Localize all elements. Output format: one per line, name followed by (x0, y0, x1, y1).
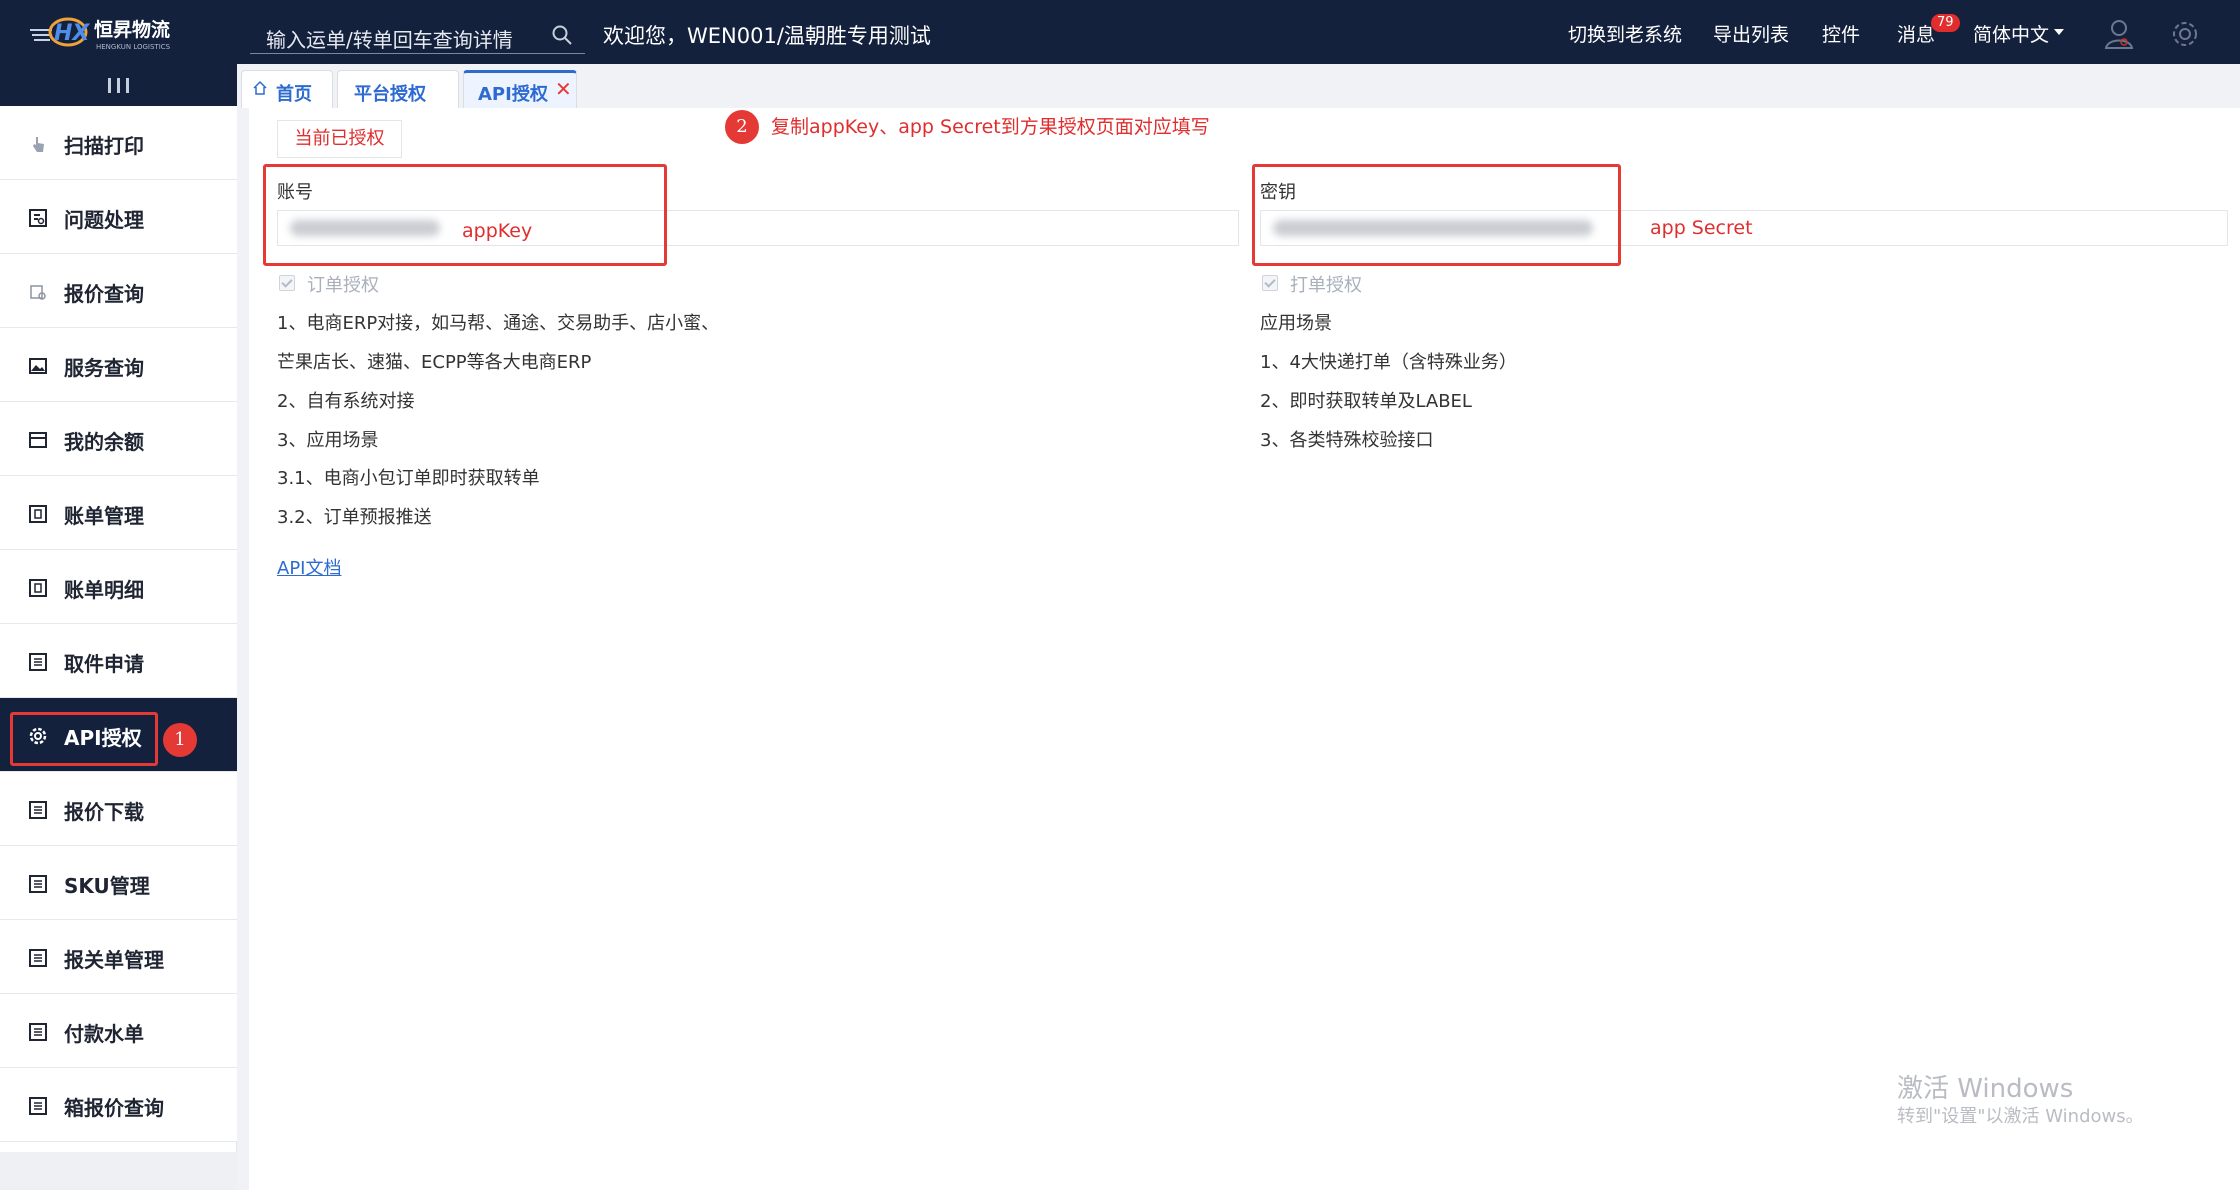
print-auth-line: 3、各类特殊校验接口 (1260, 430, 1434, 451)
order-auth-line: 2、自有系统对接 (277, 391, 415, 412)
order-auth-line: 3.1、电商小包订单即时获取转单 (277, 468, 540, 489)
tab-platform-auth[interactable]: 平台授权 (337, 70, 459, 108)
logo-mark: HX (54, 21, 90, 46)
order-auth-checkbox[interactable] (279, 275, 295, 291)
windows-activation-hint: 转到"设置"以激活 Windows。 (1897, 1106, 2144, 1127)
instruction-note: 复制appKey、app Secret到方果授权页面对应填写 (771, 116, 1210, 138)
price-search-icon (28, 282, 48, 302)
waybill-search[interactable]: 输入运单/转单回车查询详情 (250, 14, 585, 54)
sidebar-item-label: 服务查询 (64, 356, 144, 380)
list-icon (28, 948, 48, 968)
annotation-box-app-secret (1252, 164, 1621, 266)
close-icon[interactable]: ✕ (555, 77, 572, 101)
sidebar-item-label: 我的余额 (64, 430, 144, 454)
api-doc-link[interactable]: API文档 (277, 554, 341, 580)
tabs-bar: 首页 平台授权 API授权 ✕ (237, 64, 2240, 108)
print-auth-line: 应用场景 (1260, 313, 1332, 334)
wallet-icon (28, 430, 48, 450)
callout-number-1: 1 (163, 723, 197, 757)
sidebar-item-label: SKU管理 (64, 874, 150, 898)
annotation-box-api-auth (10, 712, 158, 766)
language-select[interactable]: 简体中文 (1973, 20, 2049, 47)
company-logo[interactable]: HX 恒昇物流 HENGKUN LOGISTICS (28, 10, 198, 54)
user-icon[interactable] (2104, 18, 2134, 50)
top-header: HX 恒昇物流 HENGKUN LOGISTICS 输入运单/转单回车查询详情 … (0, 0, 2240, 64)
list-icon (28, 1096, 48, 1116)
menu-bars-icon[interactable] (108, 78, 130, 93)
list-icon (28, 874, 48, 894)
logo-brand: 恒昇物流 (94, 18, 170, 41)
list-icon (28, 1022, 48, 1042)
messages-link[interactable]: 消息 (1897, 20, 1935, 47)
chevron-down-icon[interactable] (2054, 29, 2064, 35)
order-auth-label: 订单授权 (307, 275, 379, 296)
sidebar-item-pickup-request[interactable]: 取件申请 (0, 624, 237, 698)
app-secret-annotation: app Secret (1650, 217, 1753, 239)
hand-pointer-icon (28, 134, 48, 154)
sidebar-item-label: 问题处理 (64, 208, 144, 232)
sidebar-item-scan-print[interactable]: 扫描打印 (0, 106, 237, 180)
order-auth-line: 3、应用场景 (277, 430, 379, 451)
tab-label: 平台授权 (354, 84, 426, 105)
sidebar-item-payment-slip[interactable]: 付款水单 (0, 994, 237, 1068)
sidebar-item-bill-details[interactable]: 账单明细 (0, 550, 237, 624)
sidebar-item-label: 付款水单 (64, 1022, 144, 1046)
list-icon (28, 800, 48, 820)
message-count-badge: 79 (1931, 14, 1960, 32)
controls-link[interactable]: 控件 (1822, 20, 1860, 47)
export-list-link[interactable]: 导出列表 (1713, 20, 1789, 47)
search-input[interactable]: 输入运单/转单回车查询详情 (266, 24, 513, 53)
sidebar-item-issue-handling[interactable]: 问题处理 (0, 180, 237, 254)
sidebar-item-label: 账单管理 (64, 504, 144, 528)
print-auth-checkbox[interactable] (1262, 275, 1278, 291)
sidebar-item-price-download[interactable]: 报价下载 (0, 772, 237, 846)
switch-old-system-link[interactable]: 切换到老系统 (1568, 20, 1682, 47)
picture-icon (28, 356, 48, 376)
tab-api-auth[interactable]: API授权 ✕ (463, 70, 577, 108)
print-auth-line: 1、4大快递打单（含特殊业务） (1260, 352, 1517, 373)
tab-label: 首页 (276, 84, 312, 105)
sidebar-item-service-query[interactable]: 服务查询 (0, 328, 237, 402)
sidebar-item-bill-management[interactable]: 账单管理 (0, 476, 237, 550)
tab-label: API授权 (478, 84, 548, 105)
print-auth-label: 打单授权 (1290, 275, 1362, 296)
bill-detail-icon (28, 578, 48, 598)
sidebar-item-customs-declaration[interactable]: 报关单管理 (0, 920, 237, 994)
question-doc-icon (28, 208, 48, 228)
sidebar-footer (0, 1152, 237, 1190)
logo-subtitle: HENGKUN LOGISTICS (96, 43, 171, 51)
order-auth-line: 1、电商ERP对接，如马帮、通途、交易助手、店小蜜、 (277, 313, 720, 334)
settings-gear-icon[interactable] (2170, 19, 2200, 49)
api-auth-panel: 当前已授权 2 复制appKey、app Secret到方果授权页面对应填写 账… (249, 108, 2240, 1190)
sidebar-item-label: 箱报价查询 (64, 1096, 164, 1120)
sidebar-item-sku-management[interactable]: SKU管理 (0, 846, 237, 920)
order-auth-line: 3.2、订单预报推送 (277, 507, 432, 528)
sidebar-item-label: 报价下载 (64, 800, 144, 824)
sidebar-item-label: 报价查询 (64, 282, 144, 306)
auth-status-button[interactable]: 当前已授权 (277, 120, 402, 158)
sidebar-item-label: 取件申请 (64, 652, 144, 676)
callout-number-2: 2 (725, 110, 759, 144)
sidebar-collapse-toggle[interactable] (0, 64, 237, 106)
sidebar-item-box-price-query[interactable]: 箱报价查询 (0, 1068, 237, 1142)
sidebar-item-label: 报关单管理 (64, 948, 164, 972)
windows-activation-watermark: 激活 Windows (1897, 1074, 2074, 1104)
sidebar-item-my-balance[interactable]: 我的余额 (0, 402, 237, 476)
order-auth-line: 芒果店长、速猫、ECPP等各大电商ERP (277, 352, 592, 373)
bill-icon (28, 504, 48, 524)
list-icon (28, 652, 48, 672)
welcome-text: 欢迎您，WEN001/温朝胜专用测试 (603, 24, 931, 48)
sidebar-item-label: 扫描打印 (64, 134, 144, 158)
tab-home[interactable]: 首页 (241, 70, 333, 108)
search-icon[interactable] (551, 24, 573, 46)
sidebar-item-price-query[interactable]: 报价查询 (0, 254, 237, 328)
home-icon (252, 80, 268, 101)
annotation-box-app-key (263, 164, 667, 266)
sidebar: 扫描打印 问题处理 报价查询 服务查询 我的余额 账单管理 账单明细 取件申请 … (0, 64, 237, 1190)
sidebar-item-label: 账单明细 (64, 578, 144, 602)
print-auth-line: 2、即时获取转单及LABEL (1260, 391, 1472, 412)
